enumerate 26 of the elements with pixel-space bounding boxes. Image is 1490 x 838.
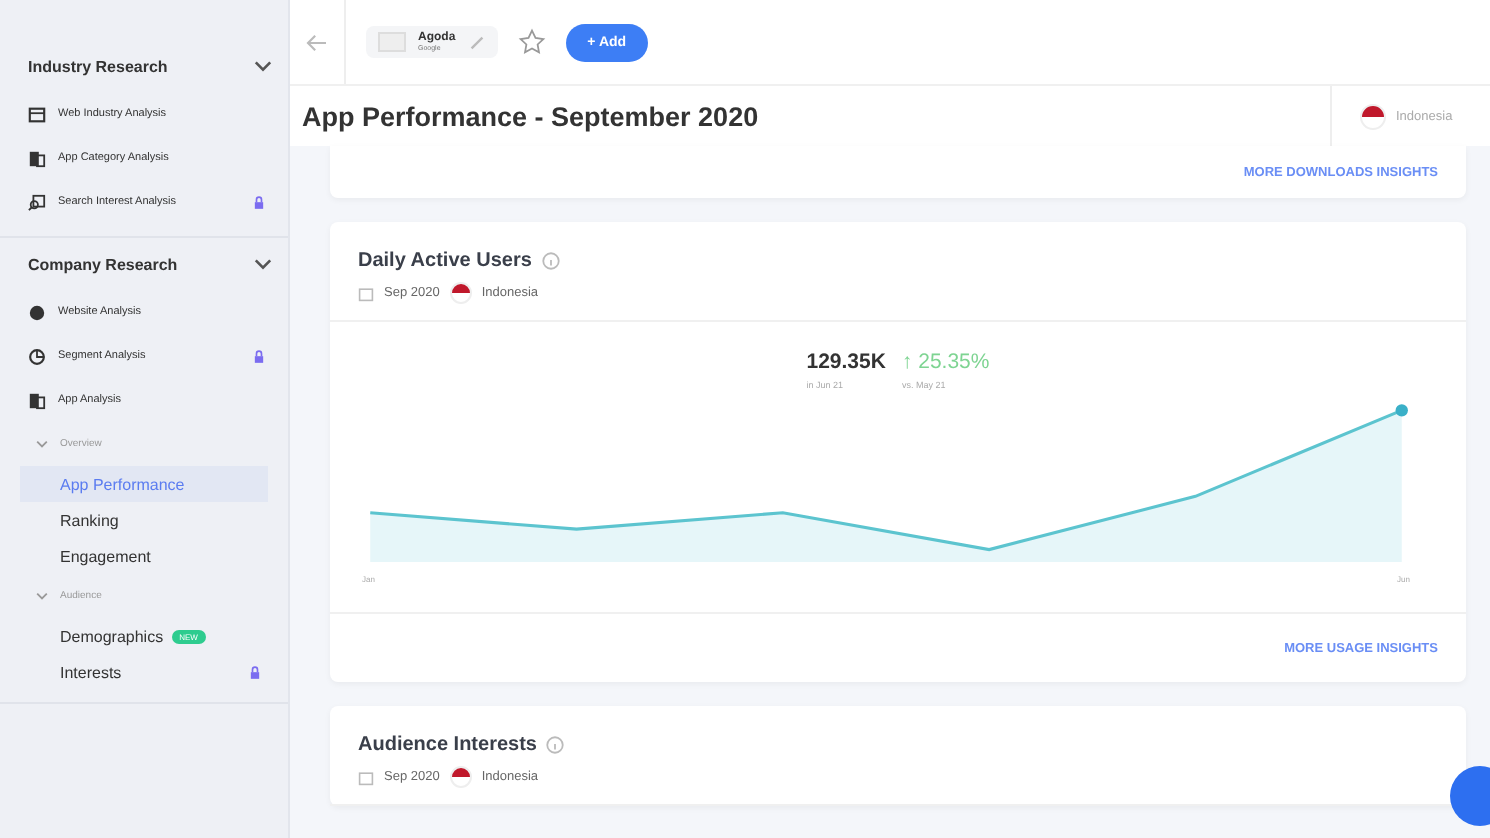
- flag-icon: [1360, 103, 1386, 129]
- browser-icon: [28, 105, 46, 123]
- pencil-icon: [467, 33, 486, 51]
- sidebar-subitem[interactable]: Engagement: [20, 538, 268, 574]
- calendar-icon: [358, 769, 374, 785]
- pie-icon: [28, 347, 46, 365]
- sidebar-subitem[interactable]: Ranking: [20, 502, 268, 538]
- star-icon[interactable]: [517, 28, 546, 56]
- calendar-icon: [358, 285, 374, 301]
- stat-value: 129.35K: [806, 350, 886, 374]
- section-header[interactable]: Company Research: [28, 238, 272, 290]
- flag-icon: [449, 282, 472, 304]
- page-title: App Performance - September 2020: [302, 101, 759, 131]
- sidebar-subitem[interactable]: Interests: [20, 654, 268, 690]
- app-icon: [28, 149, 46, 167]
- info-icon[interactable]: [541, 252, 560, 270]
- app-logo-icon: [378, 32, 406, 52]
- card-title: Audience Interests: [358, 734, 537, 756]
- app-icon: [28, 391, 46, 409]
- info-icon[interactable]: [546, 736, 565, 754]
- card-title: Daily Active Users: [358, 250, 532, 272]
- flag-icon: [449, 766, 472, 788]
- back-arrow-icon: [306, 33, 328, 51]
- change-value: ↑ 25.35%: [901, 350, 990, 374]
- section-header[interactable]: Industry Research: [28, 40, 272, 92]
- search-icon: [28, 193, 46, 211]
